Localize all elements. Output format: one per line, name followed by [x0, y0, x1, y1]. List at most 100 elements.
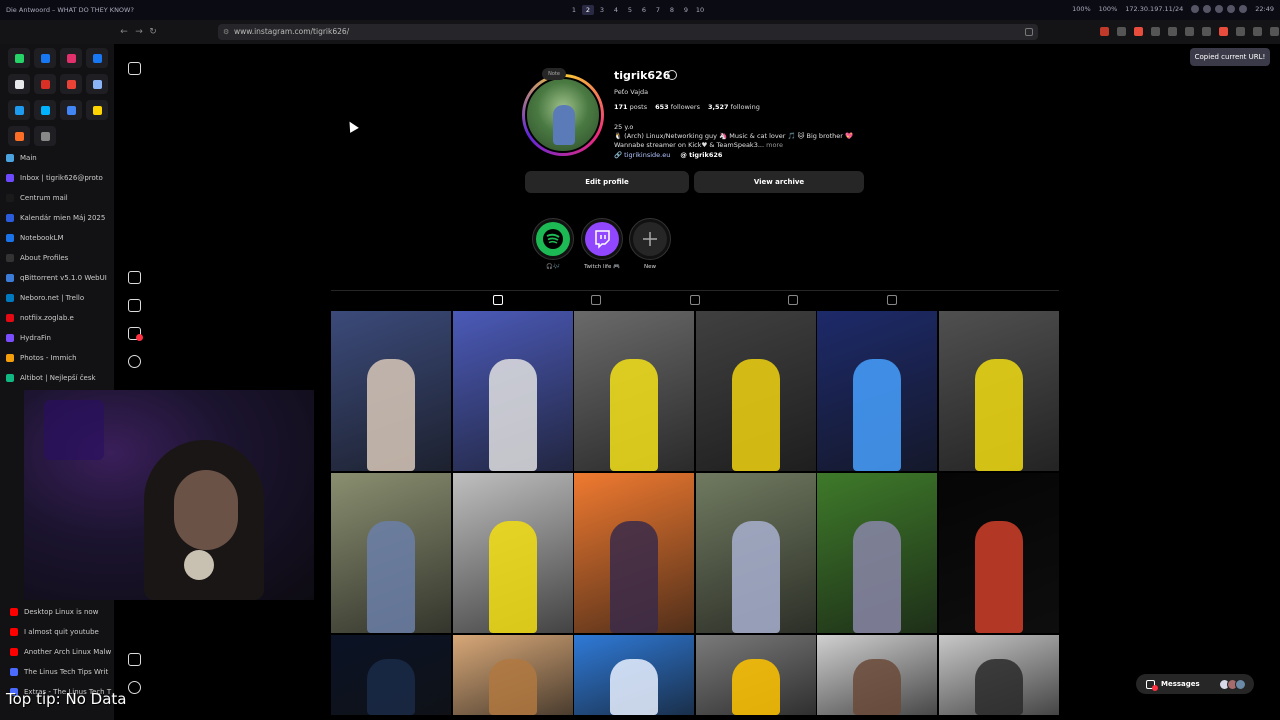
forward-arrow-icon[interactable]: → — [133, 26, 145, 38]
workspace-button[interactable]: 1 — [568, 5, 580, 15]
sidebar-tab[interactable]: notfiix.zoglab.e — [6, 308, 114, 328]
reposts-icon[interactable] — [788, 295, 798, 305]
sidebar-tab[interactable]: Altibot | Nejlepší česk — [6, 368, 114, 388]
tray-icon[interactable] — [1191, 5, 1200, 13]
note-bubble[interactable]: Note — [542, 68, 566, 80]
pinned-tab[interactable] — [34, 48, 56, 68]
pinned-tab[interactable] — [86, 74, 108, 94]
volume-status[interactable]: 100% — [1072, 5, 1091, 13]
extension-icon[interactable] — [1253, 27, 1262, 36]
reels-icon[interactable] — [128, 299, 141, 312]
post-thumbnail[interactable] — [574, 311, 694, 471]
pinned-tab[interactable] — [34, 100, 56, 120]
search-icon[interactable] — [128, 355, 141, 368]
post-thumbnail[interactable] — [452, 473, 573, 633]
post-thumbnail[interactable] — [938, 473, 1059, 633]
pinned-tab[interactable] — [8, 100, 30, 120]
tray-icon[interactable] — [1215, 5, 1224, 13]
edit-profile-button[interactable]: Edit profile — [525, 171, 689, 193]
extension-icon[interactable] — [1236, 27, 1245, 36]
workspace-button[interactable]: 8 — [666, 5, 678, 15]
extension-icon[interactable] — [1100, 27, 1109, 36]
messages-button[interactable]: Messages — [1136, 674, 1254, 694]
post-thumbnail[interactable] — [695, 473, 816, 633]
sidebar-tab[interactable]: Another Arch Linux Malw — [6, 642, 114, 662]
website-link[interactable]: 🔗 tigrikinside.eu — [614, 151, 670, 159]
extension-icon[interactable] — [1151, 27, 1160, 36]
sidebar-tab[interactable]: Centrum mail — [6, 188, 114, 208]
brightness-status[interactable]: 100% — [1099, 5, 1118, 13]
bio-more-link[interactable]: more — [766, 141, 783, 149]
highlight-twitch[interactable] — [581, 218, 623, 260]
post-thumbnail[interactable] — [695, 311, 816, 471]
saved-bookmark-icon[interactable] — [690, 295, 700, 305]
post-thumbnail[interactable] — [452, 635, 573, 715]
post-thumbnail[interactable] — [817, 473, 937, 633]
workspace-button[interactable]: 5 — [624, 5, 636, 15]
back-arrow-icon[interactable]: ← — [118, 26, 130, 38]
posts-grid-icon[interactable] — [493, 295, 503, 305]
pinned-tab[interactable] — [60, 74, 82, 94]
highlight-new[interactable] — [629, 218, 671, 260]
threads-link[interactable]: @ tigrik626 — [680, 151, 722, 159]
extension-icon[interactable] — [1270, 27, 1279, 36]
sidebar-tab[interactable]: About Profiles — [6, 248, 114, 268]
pinned-tab[interactable] — [34, 126, 56, 146]
sidebar-tab[interactable]: Photos - Immich — [6, 348, 114, 368]
menu-icon[interactable] — [128, 653, 141, 666]
workspace-button[interactable]: 9 — [680, 5, 692, 15]
sidebar-tab[interactable]: Inbox | tigrik626@proto — [6, 168, 114, 188]
tray-icon[interactable] — [1203, 5, 1212, 13]
pinned-tab[interactable] — [86, 100, 108, 120]
post-thumbnail[interactable] — [695, 635, 816, 715]
post-thumbnail[interactable] — [817, 311, 937, 471]
post-thumbnail[interactable] — [817, 635, 937, 715]
post-thumbnail[interactable] — [331, 635, 451, 715]
highlight-spotify[interactable] — [532, 218, 574, 260]
workspace-button[interactable]: 3 — [596, 5, 608, 15]
tagged-icon[interactable] — [887, 295, 897, 305]
url-bar[interactable]: ⚙ www.instagram.com/tigrik626/ — [218, 24, 1038, 40]
sidebar-tab[interactable]: The Linus Tech Tips Writ — [6, 662, 114, 682]
profile-avatar[interactable] — [525, 77, 601, 153]
workspace-button[interactable]: 4 — [610, 5, 622, 15]
post-thumbnail[interactable] — [938, 635, 1059, 715]
settings-gear-icon[interactable] — [667, 70, 677, 80]
pinned-tab[interactable] — [34, 74, 56, 94]
reader-mode-icon[interactable] — [1025, 28, 1033, 36]
sidebar-tab[interactable]: Main — [6, 148, 114, 168]
extension-icon[interactable] — [1168, 27, 1177, 36]
tray-icon[interactable] — [1239, 5, 1248, 13]
sidebar-tab[interactable]: qBittorrent v5.1.0 WebUI — [6, 268, 114, 288]
post-thumbnail[interactable] — [331, 311, 451, 471]
extension-icon[interactable] — [1185, 27, 1194, 36]
workspace-button[interactable]: 2 — [582, 5, 594, 15]
sidebar-tab[interactable]: Neboro.net | Trello — [6, 288, 114, 308]
view-archive-button[interactable]: View archive — [694, 171, 864, 193]
following-stat[interactable]: 3,527 following — [708, 103, 760, 111]
extension-icon[interactable] — [1117, 27, 1126, 36]
workspace-button[interactable]: 6 — [638, 5, 650, 15]
pinned-tab[interactable] — [8, 74, 30, 94]
pinned-tab[interactable] — [8, 126, 30, 146]
workspace-button[interactable]: 7 — [652, 5, 664, 15]
sidebar-tab[interactable]: Kalendár mien Máj 2025 — [6, 208, 114, 228]
followers-stat[interactable]: 653 followers — [655, 103, 700, 111]
home-icon[interactable] — [128, 271, 141, 284]
sidebar-tab[interactable]: HydraFin — [6, 328, 114, 348]
extension-icon[interactable] — [1134, 27, 1143, 36]
tray-icon[interactable] — [1227, 5, 1236, 13]
post-thumbnail[interactable] — [574, 473, 694, 633]
reels-tab-icon[interactable] — [591, 295, 601, 305]
post-thumbnail[interactable] — [574, 635, 694, 715]
post-thumbnail[interactable] — [331, 473, 451, 633]
workspace-button[interactable]: 10 — [694, 5, 706, 15]
sidebar-tab[interactable]: NotebookLM — [6, 228, 114, 248]
pinned-tab[interactable] — [60, 100, 82, 120]
pinned-tab[interactable] — [8, 48, 30, 68]
extension-icon[interactable] — [1219, 27, 1228, 36]
instagram-logo-icon[interactable] — [128, 62, 141, 75]
sidebar-tab[interactable]: Desktop Linux is now — [6, 602, 114, 622]
pinned-tab[interactable] — [60, 48, 82, 68]
sidebar-tab[interactable]: I almost quit youtube — [6, 622, 114, 642]
